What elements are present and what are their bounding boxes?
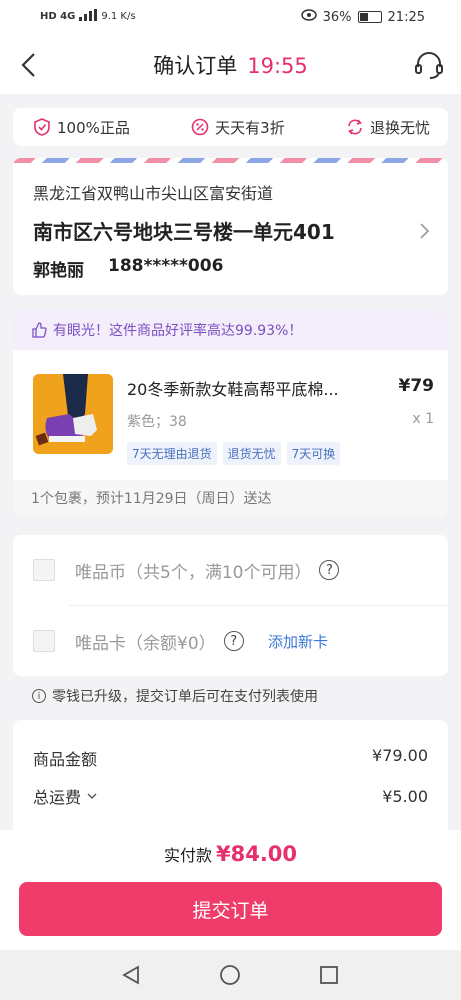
vip-card-label: 唯品卡（余额¥0） ? <box>75 629 244 654</box>
goods-amount-value: ¥79.00 <box>372 746 428 765</box>
vip-card-row[interactable]: 唯品卡（余额¥0） ? 添加新卡 <box>13 606 448 676</box>
guarantee-authentic: 100%正品 <box>33 117 130 138</box>
shipping-label-text: 总运费 <box>33 788 82 807</box>
page-title: 确认订单 19:55 <box>0 50 461 80</box>
network-indicators: HD 4G 9.1 K/s <box>40 9 136 24</box>
pay-label: 实付款 <box>163 846 212 865</box>
shield-icon <box>34 118 50 136</box>
goods-amount-row: 商品金额 ¥79.00 <box>33 746 428 770</box>
nav-home-icon[interactable] <box>219 964 241 986</box>
title-text: 确认订单 <box>153 54 238 78</box>
address-card[interactable]: 黑龙江省双鸭山市尖山区富安街道 南市区六号地块三号楼一单元401 郭艳丽 188… <box>13 158 448 295</box>
guarantee-exchange: 退换无忧 <box>346 117 430 138</box>
praise-text: 有眼光！这件商品好评率高达99.93%！ <box>53 323 303 339</box>
guarantee-discount: 天天有3折 <box>191 117 285 138</box>
info-icon: i <box>32 689 46 703</box>
notice-text: 零钱已升级，提交订单后可在支付列表使用 <box>52 689 318 705</box>
eye-icon <box>300 9 317 25</box>
service-tag: 7天可换 <box>286 442 341 465</box>
service-tag: 退货无忧 <box>222 442 281 465</box>
vip-payment-options: 唯品币（共5个，满10个可用） ? 唯品卡（余额¥0） ? 添加新卡 <box>13 535 448 676</box>
delivery-estimate: 1个包裹，预计11月29日（周日）送达 <box>13 480 448 516</box>
shipping-value: ¥5.00 <box>382 787 428 806</box>
countdown-timer: 19:55 <box>247 54 308 78</box>
praise-banner: 有眼光！这件商品好评率高达99.93%！ <box>13 310 448 350</box>
battery-percent: 36% <box>322 9 352 25</box>
add-card-link[interactable]: 添加新卡 <box>268 631 328 652</box>
system-nav-bar <box>0 950 461 1000</box>
service-tag: 7天无理由退货 <box>127 442 217 465</box>
address-detail: 南市区六号地块三号楼一单元401 <box>33 220 335 244</box>
network-speed: 9.1 K/s <box>101 11 136 22</box>
network-label: HD 4G <box>40 11 76 22</box>
nav-recents-icon[interactable] <box>318 964 340 986</box>
goods-card: 有眼光！这件商品好评率高达99.93%！ 20冬季新款女鞋高帮平底棉... ¥7… <box>13 310 448 516</box>
customer-service-icon[interactable] <box>413 50 445 80</box>
thumbs-up-icon <box>32 322 47 338</box>
help-icon[interactable]: ? <box>319 560 340 580</box>
vip-coin-row[interactable]: 唯品币（共5个，满10个可用） ? <box>13 535 448 605</box>
recipient-name: 郭艳丽 <box>33 261 84 281</box>
product-spec: 紫色；38 <box>127 414 187 430</box>
status-bar: HD 4G 9.1 K/s 36% 21:25 <box>0 0 461 36</box>
guarantee-label: 100%正品 <box>57 118 130 137</box>
shipping-label[interactable]: 总运费 <box>33 784 97 808</box>
submit-order-button[interactable]: 提交订单 <box>19 882 442 936</box>
signal-icon <box>79 9 98 24</box>
product-name[interactable]: 20冬季新款女鞋高帮平底棉... <box>127 376 367 400</box>
product-quantity: x 1 <box>412 411 434 427</box>
vip-card-text: 唯品卡（余额¥0） <box>75 633 216 654</box>
vip-coin-checkbox[interactable] <box>33 559 55 581</box>
shipping-row[interactable]: 总运费 ¥5.00 <box>33 784 428 808</box>
checkout-footer: 实付款 ¥84.00 提交订单 <box>0 830 461 950</box>
status-right: 36% 21:25 <box>300 9 425 25</box>
pay-amount: ¥84.00 <box>215 842 298 866</box>
product-price: ¥79 <box>398 376 435 396</box>
price-summary: 商品金额 ¥79.00 总运费 ¥5.00 <box>13 720 448 832</box>
chevron-down-icon[interactable] <box>87 792 97 800</box>
guarantee-label: 退换无忧 <box>369 118 430 137</box>
envelope-stripe <box>13 158 448 163</box>
clock: 21:25 <box>387 9 425 25</box>
guarantee-label: 天天有3折 <box>215 118 285 137</box>
goods-amount-label: 商品金额 <box>33 750 98 769</box>
wallet-notice: i 零钱已升级，提交订单后可在支付列表使用 <box>32 686 318 706</box>
nav-back-icon[interactable] <box>120 964 142 986</box>
battery-icon <box>357 11 382 23</box>
address-region: 黑龙江省双鸭山市尖山区富安街道 <box>33 184 274 203</box>
page-header: 确认订单 19:55 <box>0 36 461 94</box>
discount-icon <box>191 118 209 136</box>
vip-card-checkbox[interactable] <box>33 630 55 652</box>
vip-coin-text: 唯品币（共5个，满10个可用） <box>75 562 312 583</box>
help-icon[interactable]: ? <box>223 631 244 651</box>
chevron-right-icon[interactable] <box>418 222 430 240</box>
recipient: 郭艳丽 188*****006 <box>33 256 223 281</box>
pay-total: 实付款 ¥84.00 <box>0 842 461 866</box>
exchange-icon <box>348 119 362 135</box>
guarantee-bar: 100%正品 天天有3折 退换无忧 <box>13 108 448 146</box>
recipient-phone: 188*****006 <box>108 256 224 276</box>
vip-coin-label: 唯品币（共5个，满10个可用） ? <box>75 558 340 583</box>
service-tags: 7天无理由退货 退货无忧 7天可换 <box>127 442 341 465</box>
product-image[interactable] <box>33 374 113 454</box>
